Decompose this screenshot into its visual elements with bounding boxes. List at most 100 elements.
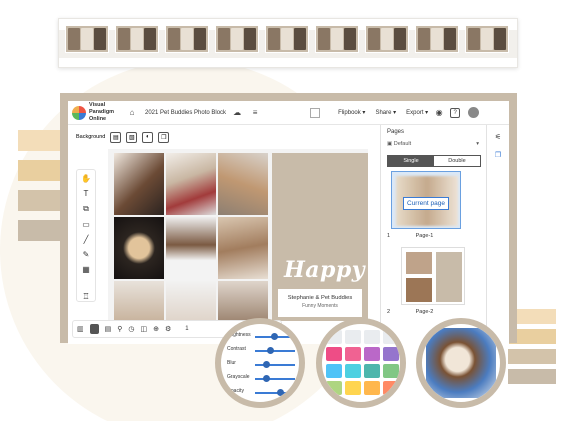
- line-icon[interactable]: ╱: [81, 235, 91, 244]
- strip-thumb-1[interactable]: [65, 25, 109, 53]
- palette-color-6[interactable]: [345, 347, 361, 361]
- photo-dog-5[interactable]: [218, 281, 268, 321]
- palette-color-4[interactable]: [383, 330, 399, 344]
- thumbnail-view-icon[interactable]: ▤: [105, 325, 112, 333]
- blur-knob[interactable]: [263, 361, 270, 368]
- eye-icon[interactable]: ◉: [434, 108, 444, 118]
- photo-dog-rest[interactable]: [218, 217, 268, 279]
- palette-color-9[interactable]: [326, 364, 342, 378]
- strip-thumb-7[interactable]: [365, 25, 409, 53]
- single-mode-button[interactable]: Single: [388, 156, 434, 166]
- image-icon[interactable]: ▧: [126, 131, 138, 143]
- palette-color-7[interactable]: [364, 347, 380, 361]
- hand-icon[interactable]: ✋: [81, 174, 91, 183]
- picture-icon[interactable]: ▭: [81, 220, 91, 229]
- zoom-in-icon[interactable]: ⊕: [153, 325, 159, 333]
- text-icon[interactable]: T: [81, 189, 91, 198]
- flipbook-menu[interactable]: Flipbook ▾: [338, 109, 365, 116]
- comment-icon[interactable]: ◫: [141, 325, 148, 333]
- pen-icon[interactable]: ✎: [81, 250, 91, 259]
- timer-icon[interactable]: ◷: [128, 325, 134, 333]
- photo-teddy-pug[interactable]: [166, 153, 216, 215]
- page-canvas[interactable]: Happy Stephanie & Pet Buddies Funny Mome…: [108, 149, 368, 321]
- swatch-right-3: [508, 349, 556, 364]
- strip-thumb-4[interactable]: [215, 25, 259, 53]
- zoom-out-icon[interactable]: ⚲: [117, 325, 122, 333]
- palette-color-2[interactable]: [345, 330, 361, 344]
- contrast-knob[interactable]: [267, 347, 274, 354]
- help-icon[interactable]: ?: [450, 107, 461, 118]
- palette-color-12[interactable]: [383, 364, 399, 378]
- page-indicator[interactable]: 1: [185, 326, 188, 332]
- page-thumb-2[interactable]: [401, 247, 465, 305]
- grayscale-slider[interactable]: Grayscale: [227, 374, 299, 384]
- palette-color-1[interactable]: [326, 330, 342, 344]
- layout-select[interactable]: ▣ Default ▾: [387, 141, 481, 151]
- palette-color-14[interactable]: [345, 381, 361, 395]
- pages-icon[interactable]: ❐: [495, 151, 501, 159]
- photo-boy-dog[interactable]: [114, 153, 164, 215]
- strip-thumb-3[interactable]: [165, 25, 209, 53]
- home-icon[interactable]: ⌂: [127, 108, 137, 118]
- color-palette: [326, 330, 399, 395]
- sliders-icon[interactable]: ⚟: [495, 133, 501, 141]
- shape-icon[interactable]: ⧉: [81, 204, 91, 214]
- page-thumb-2-photo-b: [406, 278, 432, 302]
- background-label[interactable]: Background: [76, 134, 105, 140]
- preview-icon[interactable]: [310, 107, 321, 118]
- grid-view-icon[interactable]: ▥: [77, 325, 84, 333]
- top-bar: Visual Paradigm Online ⌂ 2021 Pet Buddie…: [68, 101, 509, 125]
- photo-dog-3[interactable]: [114, 281, 164, 321]
- flipbook-label: Flipbook: [338, 110, 361, 116]
- contrast-track: [255, 350, 295, 352]
- palette-color-13[interactable]: [326, 381, 342, 395]
- palette-color-10[interactable]: [345, 364, 361, 378]
- layout-select-icon: ▣: [387, 141, 393, 147]
- strip-thumb-5[interactable]: [265, 25, 309, 53]
- brand: Visual Paradigm Online: [89, 102, 121, 123]
- hamburger-icon[interactable]: ≡: [250, 108, 260, 118]
- table-icon[interactable]: ▦: [81, 265, 91, 274]
- strip-thumb-8[interactable]: [415, 25, 459, 53]
- paint-roller-icon[interactable]: ♖: [81, 292, 91, 301]
- palette-color-5[interactable]: [326, 347, 342, 361]
- document-title[interactable]: 2021 Pet Buddies Photo Block: [145, 110, 226, 116]
- brand-line-1: Visual Paradigm: [89, 102, 115, 115]
- share-menu[interactable]: Share ▾: [375, 109, 396, 116]
- opacity-knob[interactable]: [277, 389, 284, 396]
- happy-heading[interactable]: Happy: [284, 257, 365, 283]
- palette-color-3[interactable]: [364, 330, 380, 344]
- photo-pug-face[interactable]: [114, 217, 164, 279]
- user-icon[interactable]: [468, 107, 480, 118]
- photo-dog-4[interactable]: [166, 281, 216, 321]
- palette-color-8[interactable]: [383, 347, 399, 361]
- page-2-number: 2: [387, 309, 391, 315]
- photo-sleeping-pug[interactable]: [218, 153, 268, 215]
- blur-slider[interactable]: Blur: [227, 360, 299, 370]
- fill-icon[interactable]: ◐: [142, 131, 154, 143]
- opacity-slider[interactable]: Opacity: [227, 388, 299, 398]
- photo-zoom-circle: [416, 318, 506, 408]
- grayscale-knob[interactable]: [263, 375, 270, 382]
- palette-color-15[interactable]: [364, 381, 380, 395]
- strip-thumb-9[interactable]: [465, 25, 509, 53]
- brightness-label: Brightness: [227, 332, 251, 338]
- cover-page[interactable]: Happy Stephanie & Pet Buddies Funny Mome…: [272, 153, 368, 321]
- photo-boy-puppy[interactable]: [166, 217, 216, 279]
- palette-color-11[interactable]: [364, 364, 380, 378]
- cloud-icon[interactable]: ☁: [232, 108, 242, 118]
- brightness-slider[interactable]: Brightness: [227, 332, 299, 342]
- copy-icon[interactable]: ❐: [158, 131, 170, 143]
- layout-icon[interactable]: ▤: [110, 131, 122, 143]
- single-view-icon[interactable]: [89, 324, 99, 334]
- double-mode-button[interactable]: Double: [434, 156, 480, 166]
- brightness-knob[interactable]: [271, 333, 278, 340]
- contrast-slider[interactable]: Contrast: [227, 346, 299, 356]
- strip-thumb-6[interactable]: [315, 25, 359, 53]
- subtitle-box[interactable]: Stephanie & Pet Buddies Funny Moments: [278, 289, 362, 317]
- settings-icon[interactable]: ⚙: [165, 325, 171, 333]
- palette-color-16[interactable]: [383, 381, 399, 395]
- strip-thumb-2[interactable]: [115, 25, 159, 53]
- chevron-down-icon: ▾: [476, 141, 479, 147]
- export-menu[interactable]: Export ▾: [406, 109, 428, 116]
